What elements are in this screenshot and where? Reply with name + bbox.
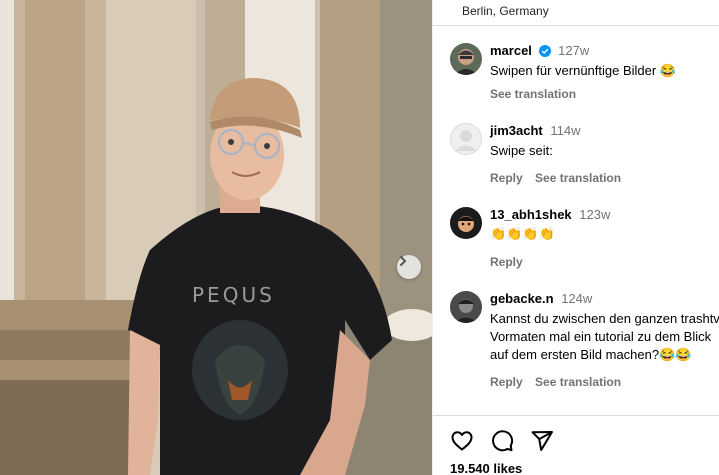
avatar[interactable]	[450, 291, 482, 323]
see-translation-link[interactable]: See translation	[490, 87, 719, 101]
reply-button[interactable]: Reply	[490, 171, 523, 185]
avatar-image	[450, 207, 482, 239]
share-icon	[531, 431, 553, 451]
next-photo-button[interactable]	[397, 255, 421, 279]
comment-button[interactable]	[490, 429, 514, 453]
reply-button[interactable]: Reply	[490, 255, 523, 269]
likes-count[interactable]: 19.540 likes	[450, 461, 522, 475]
comment-text: Kannst du zwischen den ganzen trashtv Vo…	[490, 311, 719, 362]
heart-icon	[451, 431, 473, 451]
avatar[interactable]	[450, 123, 482, 155]
comment-icon	[492, 430, 514, 452]
share-button[interactable]	[530, 429, 554, 453]
comment-username[interactable]: marcel	[490, 43, 532, 58]
see-translation-link[interactable]: See translation	[535, 171, 621, 185]
post-location[interactable]: Berlin, Germany	[462, 4, 549, 18]
avatar[interactable]	[450, 43, 482, 75]
comment-username[interactable]: gebacke.n	[490, 291, 554, 306]
avatar-image	[450, 43, 482, 75]
chevron-right-icon	[400, 256, 407, 266]
comment-time[interactable]: 127w	[558, 43, 589, 58]
default-avatar-icon	[450, 123, 482, 155]
comment-time[interactable]: 124w	[561, 291, 592, 306]
comment-username[interactable]: 13_abh1shek	[490, 207, 572, 222]
header-divider	[433, 25, 719, 26]
avatar-image	[450, 291, 482, 323]
reply-button[interactable]: Reply	[490, 375, 523, 389]
verified-badge-icon	[538, 45, 551, 57]
comment-time[interactable]: 114w	[550, 123, 580, 138]
like-button[interactable]	[450, 429, 474, 453]
post-actions-bar	[450, 428, 554, 454]
post-photo: PEQUS	[0, 0, 432, 475]
comment-text: Swipe seit:	[490, 143, 553, 158]
comment-text: 👏👏👏👏	[490, 227, 555, 242]
post-side-panel: Berlin, Germany marcel 127w Swipen für v	[432, 0, 719, 475]
see-translation-link[interactable]: See translation	[535, 375, 621, 389]
comment-text: Swipen für vernünftige Bilder 😂	[490, 63, 676, 78]
comment-time[interactable]: 123w	[579, 207, 610, 222]
photo-illustration: PEQUS	[0, 0, 432, 475]
avatar[interactable]	[450, 207, 482, 239]
svg-text:PEQUS: PEQUS	[192, 283, 275, 307]
actions-divider	[433, 415, 719, 416]
comment-username[interactable]: jim3acht	[490, 123, 543, 138]
